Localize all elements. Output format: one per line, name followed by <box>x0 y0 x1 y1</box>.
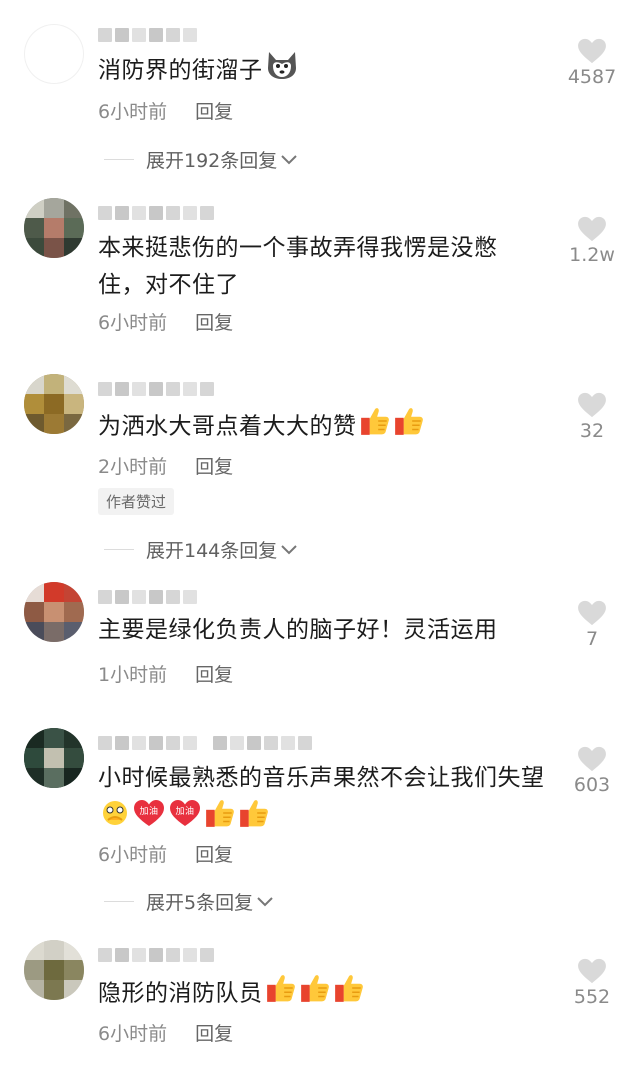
thumbs-up-emoji <box>333 972 365 1016</box>
like-button[interactable]: 32 <box>544 392 640 442</box>
jiayou-label: 加油 <box>175 805 194 817</box>
comment-text: 隐形的消防队员 <box>98 972 548 1016</box>
username-blurred[interactable] <box>98 202 214 224</box>
username-blurred[interactable] <box>98 378 214 400</box>
thumbs-up-emoji <box>393 405 425 449</box>
comment-time: 2小时前 <box>98 456 168 478</box>
avatar[interactable] <box>24 940 84 1000</box>
heart-icon <box>577 746 607 772</box>
heart-icon <box>577 38 607 64</box>
thumbs-up-emoji <box>299 972 331 1016</box>
comment-time: 6小时前 <box>98 1023 168 1045</box>
heart-icon <box>577 392 607 418</box>
username-blurred[interactable] <box>98 24 197 46</box>
comment-time: 6小时前 <box>98 101 168 123</box>
heart-icon <box>577 600 607 626</box>
like-count: 7 <box>585 628 599 650</box>
like-count: 4587 <box>567 66 617 88</box>
husky-emoji <box>265 50 299 92</box>
comment-time: 6小时前 <box>98 312 168 334</box>
avatar[interactable] <box>24 728 84 788</box>
like-button[interactable]: 552 <box>544 958 640 1008</box>
heart-icon <box>577 216 607 242</box>
expand-replies-button[interactable]: 展开5条回复 <box>104 888 273 915</box>
reply-button[interactable]: 回复 <box>195 97 233 124</box>
like-button[interactable]: 7 <box>544 600 640 650</box>
jiayou-emoji: 加油 <box>132 798 166 840</box>
comment-text: 本来挺悲伤的一个事故弄得我愣是没憋住，对不住了 <box>98 235 498 298</box>
avatar[interactable] <box>24 374 84 434</box>
chevron-down-icon <box>281 155 297 165</box>
comment-text: 主要是绿化负责人的脑子好！灵活运用 <box>98 617 498 643</box>
like-count: 32 <box>579 420 605 442</box>
comment-text: 小时候最熟悉的音乐声果然不会让我们失望 加油 加油 <box>98 760 548 841</box>
thumbs-up-emoji <box>265 972 297 1016</box>
username-blurred[interactable] <box>98 586 197 608</box>
avatar[interactable] <box>24 582 84 642</box>
chevron-down-icon <box>281 545 297 555</box>
username-blurred[interactable] <box>98 732 312 754</box>
chevron-down-icon <box>257 897 273 907</box>
comment-time: 1小时前 <box>98 664 168 686</box>
expand-replies-button[interactable]: 展开144条回复 <box>104 536 297 563</box>
thumbs-up-emoji <box>204 797 236 841</box>
like-button[interactable]: 4587 <box>544 38 640 88</box>
thumbs-up-emoji <box>238 797 270 841</box>
like-count: 1.2w <box>569 244 615 266</box>
jiayou-label: 加油 <box>139 805 158 817</box>
comment-time: 6小时前 <box>98 844 168 866</box>
reply-button[interactable]: 回复 <box>195 452 233 479</box>
avatar[interactable] <box>24 24 84 84</box>
reply-button[interactable]: 回复 <box>195 840 233 867</box>
jiayou-emoji: 加油 <box>168 798 202 840</box>
like-count: 603 <box>573 774 611 796</box>
expand-replies-button[interactable]: 展开192条回复 <box>104 146 297 173</box>
like-count: 552 <box>573 986 611 1008</box>
comment-text: 消防界的街溜子 <box>98 50 548 92</box>
avatar[interactable] <box>24 198 84 258</box>
like-button[interactable]: 1.2w <box>544 216 640 266</box>
fingers-crossed-emoji <box>100 798 130 840</box>
reply-button[interactable]: 回复 <box>195 308 233 335</box>
heart-icon <box>577 958 607 984</box>
reply-button[interactable]: 回复 <box>195 1019 233 1046</box>
thumbs-up-emoji <box>359 405 391 449</box>
reply-button[interactable]: 回复 <box>195 660 233 687</box>
comment-text: 为洒水大哥点着大大的赞 <box>98 405 548 449</box>
username-blurred[interactable] <box>98 944 214 966</box>
author-liked-badge: 作者赞过 <box>98 488 175 515</box>
like-button[interactable]: 603 <box>544 746 640 796</box>
